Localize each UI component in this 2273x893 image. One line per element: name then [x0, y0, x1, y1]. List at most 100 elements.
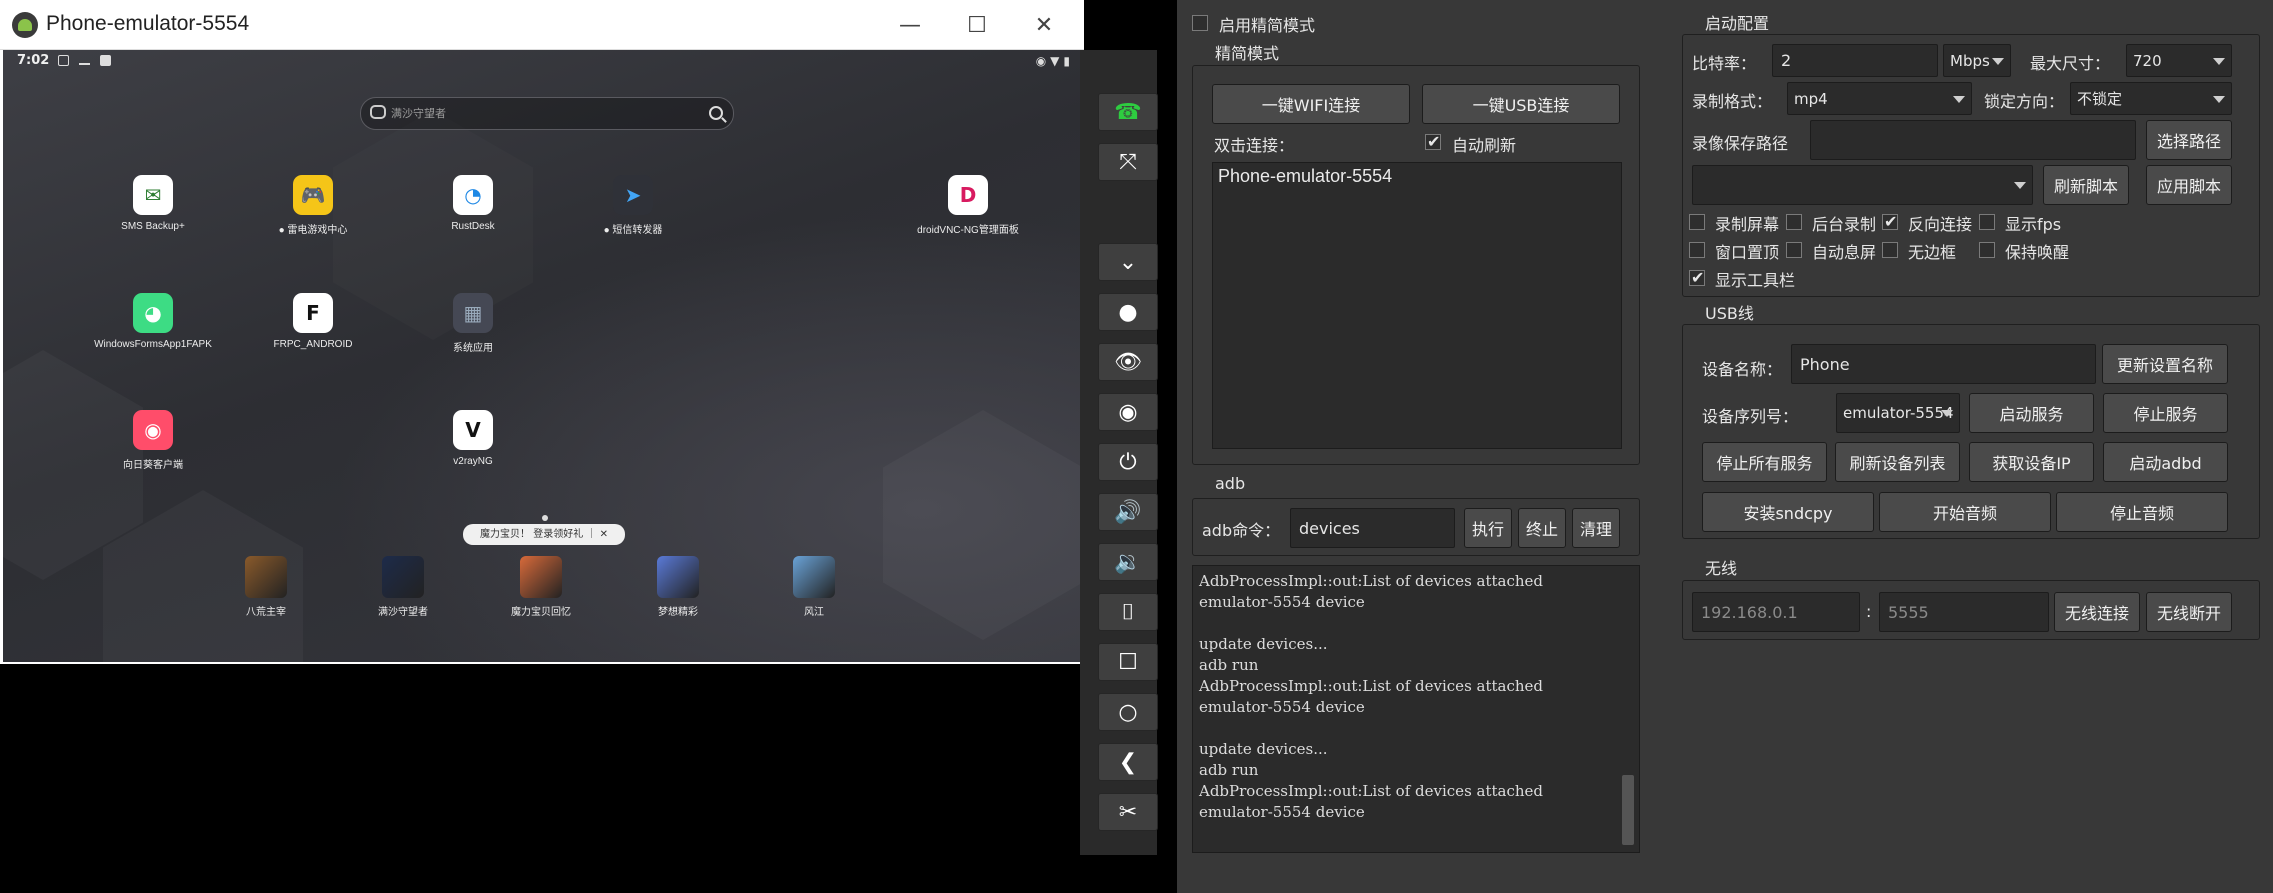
checkbox-3[interactable]	[1882, 212, 1898, 231]
app-droidvnc[interactable]: DdroidVNC-NG管理面板	[888, 175, 1048, 236]
phone-screen[interactable]: 7:02 ◉▼▮ 满沙守望者 ✉ SMS Backup+ 🎮 ● 雷电游戏中心 ◔ Rus…	[3, 50, 1084, 662]
hide-button[interactable]: ◉	[1098, 393, 1158, 431]
auto-refresh-checkbox[interactable]	[1425, 132, 1441, 151]
get-device-ip-button[interactable]: 获取设备IP	[1969, 442, 2094, 482]
show-button[interactable]: 👁	[1098, 343, 1158, 381]
toast-banner[interactable]: 魔力宝贝！ 登录领好礼 ｜ ✕	[463, 524, 625, 545]
ip-address-input[interactable]: 192.168.0.1	[1692, 592, 1860, 632]
collapse-icon: ⌄	[1118, 249, 1138, 275]
app-label: 系统应用	[453, 343, 493, 354]
app-label: v2rayNG	[453, 456, 493, 467]
hide-icon: ◉	[1118, 399, 1138, 425]
app-android-app[interactable]: ◕ WindowsFormsApp1FAPK	[73, 293, 233, 350]
power-button[interactable]: ⏻	[1098, 443, 1158, 481]
checkbox-8[interactable]	[1979, 242, 1995, 258]
dock-app[interactable]: 八荒主宰	[211, 556, 321, 618]
fullscreen-button[interactable]: ⤧	[1098, 143, 1158, 181]
checkbox-5[interactable]	[1689, 242, 1705, 258]
checkbox-4[interactable]	[1979, 214, 1995, 230]
app-frpc[interactable]: F FRPC_ANDROID	[233, 293, 393, 350]
adb-log-output[interactable]: AdbProcessImpl::out:List of devices atta…	[1192, 565, 1640, 853]
app-rustdesk[interactable]: ◔ RustDesk	[393, 175, 553, 232]
stop-all-services-button[interactable]: 停止所有服务	[1702, 442, 1827, 482]
dock-app[interactable]: 魔力宝贝回忆	[486, 556, 596, 618]
home-square-button[interactable]: ☐	[1098, 643, 1158, 681]
port-input[interactable]: 5555	[1879, 592, 2049, 632]
search-bar[interactable]: 满沙守望者	[360, 97, 734, 130]
volume-up-button[interactable]: 🔊	[1098, 493, 1158, 531]
device-name-input[interactable]: Phone	[1791, 344, 2096, 384]
select-path-button[interactable]: 选择路径	[2146, 120, 2232, 160]
dock-app[interactable]: 风江	[759, 556, 869, 618]
collapse-button[interactable]: ⌄	[1098, 243, 1158, 281]
adb-command-label: adb命令：	[1202, 521, 1281, 540]
bitrate-input[interactable]: 2	[1772, 44, 1938, 77]
app-sms-backup[interactable]: ✉ SMS Backup+	[73, 175, 233, 232]
max-size-value: 720	[2133, 51, 2162, 70]
group-control-button[interactable]: ☎	[1098, 93, 1158, 131]
wireless-disconnect-button[interactable]: 无线断开	[2146, 592, 2232, 632]
update-device-name-button[interactable]: 更新设置名称	[2102, 344, 2228, 384]
refresh-script-button[interactable]: 刷新脚本	[2043, 165, 2129, 205]
record-dot-button[interactable]: ●	[1098, 293, 1158, 331]
adb-group-title: adb	[1211, 474, 1250, 493]
app-sms-forwarder[interactable]: ➤ ● 短信转发器	[553, 175, 713, 236]
home-circle-button[interactable]: ○	[1098, 693, 1158, 731]
max-size-select[interactable]: 720	[2126, 44, 2232, 77]
emulator-titlebar[interactable]: Phone-emulator-5554 — ☐ ✕	[0, 0, 1084, 50]
checkbox-label: 无边框	[1908, 243, 1957, 262]
start-service-button[interactable]: 启动服务	[1969, 393, 2094, 433]
checkbox-6[interactable]	[1786, 242, 1802, 258]
chevron-down-icon	[2213, 95, 2225, 103]
app-v2rayng[interactable]: Vv2rayNG	[393, 410, 553, 467]
maximize-icon[interactable]: ☐	[960, 8, 994, 42]
serial-select[interactable]: emulator-5554	[1836, 393, 1960, 433]
script-select[interactable]	[1692, 165, 2033, 205]
wifi-connect-button[interactable]: 一键WIFI连接	[1212, 84, 1410, 124]
app-game-center[interactable]: 🎮 ● 雷电游戏中心	[233, 175, 393, 236]
start-adbd-button[interactable]: 启动adbd	[2103, 442, 2228, 482]
volume-down-button[interactable]: 🔉	[1098, 543, 1158, 581]
checkbox-1[interactable]	[1689, 214, 1705, 230]
log-scrollbar[interactable]	[1622, 775, 1634, 845]
close-icon[interactable]: ✕	[1027, 8, 1061, 42]
record-path-input[interactable]	[1810, 120, 2136, 160]
lock-orientation-select[interactable]: 不锁定	[2070, 82, 2232, 115]
back-button[interactable]: ❮	[1098, 743, 1158, 781]
notification-icon	[100, 55, 111, 66]
search-placeholder: 满沙守望者	[391, 107, 446, 120]
dock-app[interactable]: 满沙守望者	[348, 556, 458, 618]
device-list[interactable]: Phone-emulator-5554	[1212, 162, 1622, 449]
enable-simple-mode-checkbox[interactable]	[1192, 15, 1208, 31]
record-format-value: mp4	[1794, 89, 1828, 108]
adb-command-input[interactable]: devices	[1290, 508, 1455, 548]
stop-audio-button[interactable]: 停止音频	[2056, 492, 2228, 532]
stop-service-button[interactable]: 停止服务	[2103, 393, 2228, 433]
app-system-apps-folder[interactable]: ▦ 系统应用	[393, 293, 553, 354]
scissors-button[interactable]: ✂	[1098, 793, 1158, 831]
usb-connect-button[interactable]: 一键USB连接	[1422, 84, 1620, 124]
adb-stop-button[interactable]: 终止	[1518, 508, 1566, 548]
checkbox-7[interactable]	[1882, 242, 1898, 258]
bitrate-unit-select[interactable]: Mbps	[1943, 44, 2011, 77]
search-icon[interactable]	[709, 106, 723, 120]
app-switch-button[interactable]: ⌷	[1098, 593, 1158, 631]
checkbox-9[interactable]	[1689, 268, 1705, 287]
apply-script-button[interactable]: 应用脚本	[2146, 165, 2232, 205]
window-title: Phone-emulator-5554	[46, 12, 250, 35]
checkbox-label: 保持唤醒	[2005, 243, 2070, 262]
wireless-connect-button[interactable]: 无线连接	[2054, 592, 2140, 632]
app-sunlogin[interactable]: ◉ 向日葵客户端	[73, 410, 233, 471]
adb-clear-button[interactable]: 清理	[1572, 508, 1620, 548]
home-circle-icon: ○	[1118, 699, 1138, 725]
checkbox-2[interactable]	[1786, 214, 1802, 230]
record-format-select[interactable]: mp4	[1787, 82, 1972, 115]
minimize-icon[interactable]: —	[893, 8, 927, 42]
adb-execute-button[interactable]: 执行	[1464, 508, 1512, 548]
device-list-item[interactable]: Phone-emulator-5554	[1218, 166, 1392, 187]
start-audio-button[interactable]: 开始音频	[1879, 492, 2051, 532]
app-switch-icon: ⌷	[1121, 599, 1135, 625]
install-sndcpy-button[interactable]: 安装sndcpy	[1702, 492, 1874, 532]
refresh-device-list-button[interactable]: 刷新设备列表	[1835, 442, 1960, 482]
dock-app[interactable]: 梦想精彩	[623, 556, 733, 618]
